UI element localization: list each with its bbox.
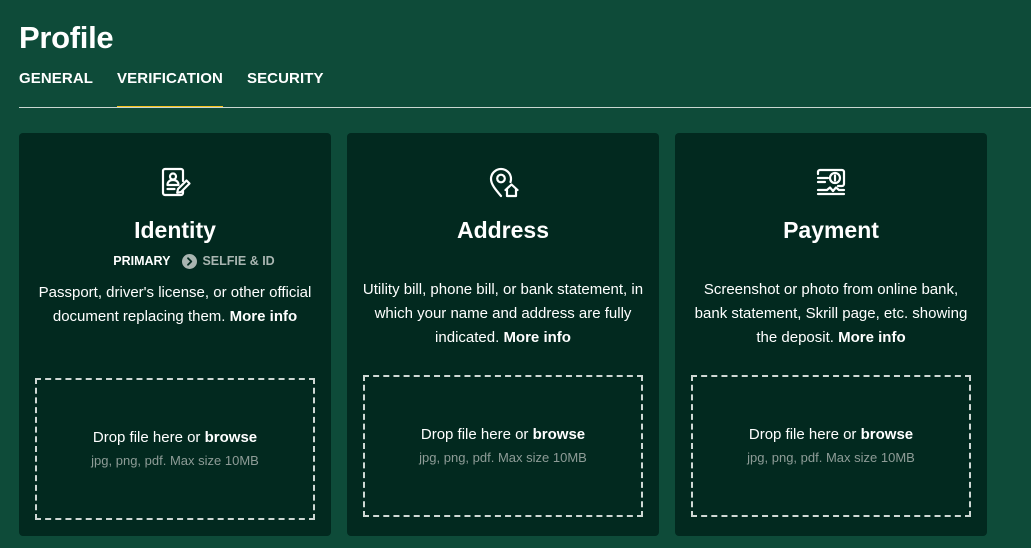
profile-tabs: GENERAL VERIFICATION SECURITY xyxy=(19,60,348,108)
tabs-divider xyxy=(19,107,1031,108)
dropzone-hint: jpg, png, pdf. Max size 10MB xyxy=(91,453,259,468)
tab-verification[interactable]: VERIFICATION xyxy=(117,60,223,108)
browse-link[interactable]: browse xyxy=(533,426,586,443)
tab-security[interactable]: SECURITY xyxy=(247,60,324,107)
card-description: Passport, driver's license, or other off… xyxy=(29,281,321,329)
dropzone-text: Drop file here or browse xyxy=(37,428,313,448)
id-document-icon xyxy=(19,163,331,203)
card-description: Screenshot or photo from online bank, ba… xyxy=(689,278,973,350)
identity-subtabs: PRIMARY SELFIE & ID xyxy=(19,252,331,270)
subtab-selfie-id[interactable]: SELFIE & ID xyxy=(202,252,274,270)
identity-dropzone[interactable]: Drop file here or browse jpg, png, pdf. … xyxy=(35,378,315,520)
card-description: Utility bill, phone bill, or bank statem… xyxy=(361,278,645,350)
browse-link[interactable]: browse xyxy=(861,426,914,443)
dropzone-hint: jpg, png, pdf. Max size 10MB xyxy=(747,450,915,465)
address-dropzone[interactable]: Drop file here or browse jpg, png, pdf. … xyxy=(363,375,643,517)
card-title: Address xyxy=(456,217,550,243)
payment-card-icon xyxy=(675,163,987,203)
chevron-right-circle-icon xyxy=(182,253,198,269)
identity-card: Identity PRIMARY SELFIE & ID Passport, d… xyxy=(19,133,331,536)
more-info-link[interactable]: More info xyxy=(230,308,298,325)
description-text: Screenshot or photo from online bank, ba… xyxy=(694,281,968,346)
payment-dropzone[interactable]: Drop file here or browse jpg, png, pdf. … xyxy=(691,375,971,517)
subtab-primary[interactable]: PRIMARY xyxy=(113,252,170,270)
card-title: Identity xyxy=(134,217,216,243)
more-info-link[interactable]: More info xyxy=(503,329,571,346)
payment-card: Payment Screenshot or photo from online … xyxy=(675,133,987,536)
page-title: Profile xyxy=(19,20,114,55)
address-card: Address Utility bill, phone bill, or ban… xyxy=(347,133,659,536)
location-home-icon xyxy=(347,163,659,203)
card-title: Payment xyxy=(783,217,879,243)
dropzone-label: Drop file here or xyxy=(420,426,529,443)
dropzone-label: Drop file here or xyxy=(748,426,857,443)
dropzone-text: Drop file here or browse xyxy=(365,425,641,445)
verification-cards: Identity PRIMARY SELFIE & ID Passport, d… xyxy=(19,133,1003,536)
tab-general[interactable]: GENERAL xyxy=(19,60,93,107)
more-info-link[interactable]: More info xyxy=(838,329,906,346)
dropzone-label: Drop file here or xyxy=(92,429,201,446)
dropzone-text: Drop file here or browse xyxy=(693,425,969,445)
browse-link[interactable]: browse xyxy=(205,429,258,446)
dropzone-hint: jpg, png, pdf. Max size 10MB xyxy=(419,450,587,465)
